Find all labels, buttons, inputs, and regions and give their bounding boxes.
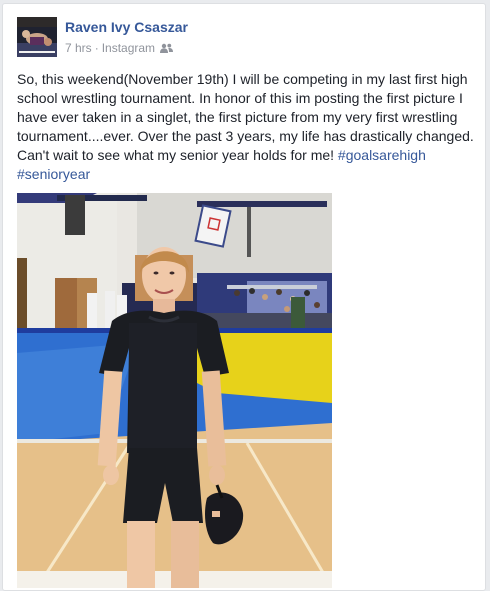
hashtag-senioryear[interactable]: #senioryear bbox=[17, 166, 90, 182]
author-name[interactable]: Raven Ivy Csaszar bbox=[65, 19, 188, 35]
hashtag-goalsarehigh[interactable]: #goalsarehigh bbox=[338, 147, 426, 163]
meta-separator: · bbox=[94, 41, 99, 55]
post-timestamp[interactable]: 7 hrs bbox=[65, 41, 92, 55]
post-meta: 7 hrs · Instagram bbox=[65, 41, 174, 55]
wrestler-photo-image bbox=[17, 193, 332, 588]
post-photo[interactable] bbox=[17, 193, 332, 588]
feed-post-card: Raven Ivy Csaszar 7 hrs · Instagram So, … bbox=[2, 3, 486, 591]
author-avatar[interactable] bbox=[17, 17, 57, 57]
post-source[interactable]: Instagram bbox=[102, 41, 155, 55]
friends-icon[interactable] bbox=[160, 43, 174, 53]
post-text: So, this weekend(November 19th) I will b… bbox=[17, 70, 487, 184]
